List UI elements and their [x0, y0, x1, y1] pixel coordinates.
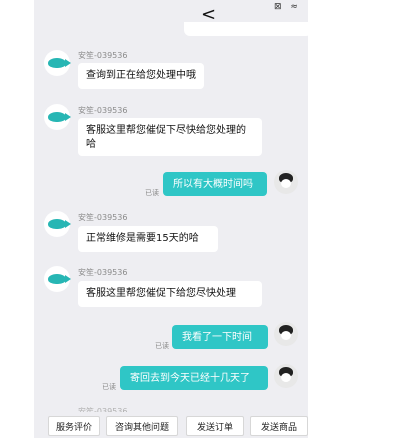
- send-product-button[interactable]: 发送商品: [250, 416, 308, 436]
- send-order-button[interactable]: 发送订单: [186, 416, 244, 436]
- user-message-bubble: 我看了一下时间: [172, 325, 268, 349]
- agent-avatar[interactable]: [44, 266, 71, 292]
- user-avatar[interactable]: [274, 322, 298, 346]
- other-questions-button[interactable]: 咨询其他问题: [106, 416, 178, 436]
- agent-avatar[interactable]: [44, 104, 71, 130]
- agent-name: 安笙-039536: [78, 106, 128, 115]
- user-message-bubble: 寄回去到今天已经十几天了: [120, 366, 268, 390]
- read-status: 已读: [155, 342, 169, 350]
- agent-avatar[interactable]: [44, 50, 71, 76]
- fish-logo-icon: [48, 58, 71, 68]
- read-status: 已读: [102, 383, 116, 391]
- agent-avatar[interactable]: [44, 211, 71, 237]
- status-bar-icons: ⊠ ≈: [274, 2, 301, 12]
- agent-name: 安笙-039536: [78, 268, 128, 277]
- agent-message-bubble: 查询到正在给您处理中哦: [78, 63, 204, 89]
- inner-back-arrow-icon[interactable]: <: [201, 6, 216, 24]
- rate-service-button[interactable]: 服务评价: [48, 416, 100, 436]
- read-status: 已读: [145, 189, 159, 197]
- agent-message-bubble: 正常维修是需要15天的哈: [78, 226, 218, 252]
- fish-logo-icon: [48, 274, 71, 284]
- agent-name: 安笙-039536: [78, 51, 128, 60]
- agent-message-bubble: 客服这里帮您催促下尽快给您处理的哈: [78, 118, 262, 156]
- user-message-bubble: 所以有大概时间吗: [163, 172, 267, 196]
- fish-logo-icon: [48, 112, 71, 122]
- user-avatar[interactable]: [274, 364, 298, 388]
- agent-message-bubble: 客服这里帮您催促下给您尽快处理: [78, 281, 262, 307]
- agent-name: 安笙-039536: [78, 213, 128, 222]
- user-avatar[interactable]: [274, 170, 298, 194]
- fish-logo-icon: [48, 219, 71, 229]
